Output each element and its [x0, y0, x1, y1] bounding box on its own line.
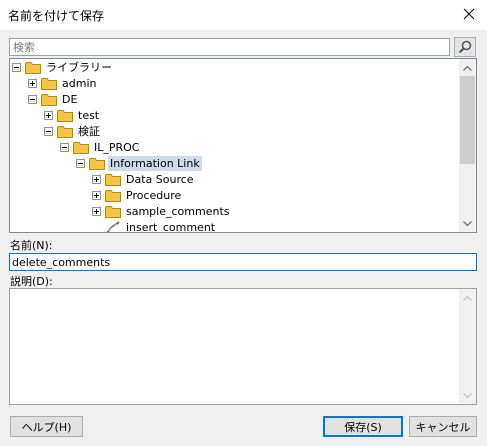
- chevron-up-icon: [463, 295, 472, 301]
- name-input[interactable]: [10, 254, 476, 270]
- tree-item-label: DE: [62, 92, 78, 106]
- name-field: [9, 253, 477, 271]
- chevron-down-icon: [463, 392, 472, 398]
- expand-icon[interactable]: [44, 110, 53, 120]
- collapse-icon[interactable]: [44, 126, 53, 136]
- tree-item-label: ライブラリー: [46, 60, 112, 74]
- search-button[interactable]: [454, 37, 476, 57]
- folder-icon: [89, 157, 105, 170]
- scroll-down-button[interactable]: [459, 215, 476, 232]
- folder-icon: [25, 61, 41, 74]
- scroll-up-button[interactable]: [459, 289, 476, 306]
- tree-item-insert-comment[interactable]: insert_comment: [105, 219, 217, 233]
- collapse-icon[interactable]: [12, 62, 21, 72]
- tree-item-label: test: [78, 108, 100, 122]
- dialog-title: 名前を付けて保存: [8, 9, 105, 23]
- collapse-icon[interactable]: [76, 158, 85, 168]
- expand-icon[interactable]: [92, 190, 101, 200]
- description-label: 説明(D):: [10, 275, 53, 288]
- tree-item-admin[interactable]: admin: [28, 75, 98, 91]
- expand-icon[interactable]: [28, 78, 37, 88]
- tree-item-label: IL_PROC: [94, 140, 140, 154]
- folder-tree[interactable]: ライブラリー admin DE test 検証 IL_PROC Informat…: [9, 58, 477, 233]
- chevron-down-icon: [463, 220, 472, 226]
- tree-item-library[interactable]: ライブラリー: [12, 59, 114, 75]
- description-box: [9, 288, 477, 405]
- tree-item-de[interactable]: DE: [28, 91, 79, 107]
- tree-item-label: admin: [62, 76, 97, 90]
- save-button[interactable]: 保存(S): [323, 416, 403, 437]
- search-icon: [458, 40, 472, 54]
- expand-icon[interactable]: [92, 174, 101, 184]
- tree-item-il-proc[interactable]: IL_PROC: [60, 139, 142, 155]
- close-icon: [463, 8, 475, 20]
- scroll-down-button[interactable]: [459, 387, 476, 404]
- folder-icon: [41, 93, 57, 106]
- tree-item-label: insert_comment: [126, 220, 216, 233]
- tree-item-label: sample_comments: [126, 204, 230, 218]
- collapse-icon[interactable]: [60, 142, 69, 152]
- tree-item-label: Data Source: [126, 172, 194, 186]
- cancel-button[interactable]: キャンセル: [409, 416, 477, 437]
- collapse-icon[interactable]: [28, 94, 37, 104]
- folder-icon: [41, 77, 57, 90]
- tree-item-data-source[interactable]: Data Source: [92, 171, 196, 187]
- tree-item-sample-comments[interactable]: sample_comments: [92, 203, 232, 219]
- folder-icon: [57, 125, 73, 138]
- name-label: 名前(N):: [10, 239, 53, 252]
- chevron-up-icon: [463, 65, 472, 71]
- tree-item-information-link[interactable]: Information Link: [76, 155, 202, 171]
- help-button[interactable]: ヘルプ(H): [10, 416, 83, 437]
- title-bar: 名前を付けて保存: [0, 0, 487, 30]
- procedure-icon: [106, 220, 120, 232]
- folder-icon: [73, 141, 89, 154]
- tree-item-test[interactable]: test: [44, 107, 101, 123]
- search-box: [9, 38, 450, 56]
- search-input[interactable]: [10, 39, 449, 55]
- description-input[interactable]: [10, 289, 458, 402]
- tree-item-label: Procedure: [126, 188, 182, 202]
- folder-icon: [105, 173, 121, 186]
- tree-item-procedure[interactable]: Procedure: [92, 187, 183, 203]
- expand-icon[interactable]: [92, 206, 101, 216]
- tree-item-kensho[interactable]: 検証: [44, 123, 102, 139]
- close-button[interactable]: [459, 4, 479, 24]
- folder-icon: [105, 205, 121, 218]
- tree-item-label: 検証: [78, 124, 100, 138]
- tree-item-label: Information Link: [108, 155, 202, 171]
- scroll-up-button[interactable]: [459, 59, 476, 76]
- folder-icon: [105, 189, 121, 202]
- description-scrollbar[interactable]: [459, 289, 476, 404]
- tree-scrollbar[interactable]: [459, 59, 476, 232]
- folder-icon: [57, 109, 73, 122]
- scroll-thumb[interactable]: [460, 76, 475, 164]
